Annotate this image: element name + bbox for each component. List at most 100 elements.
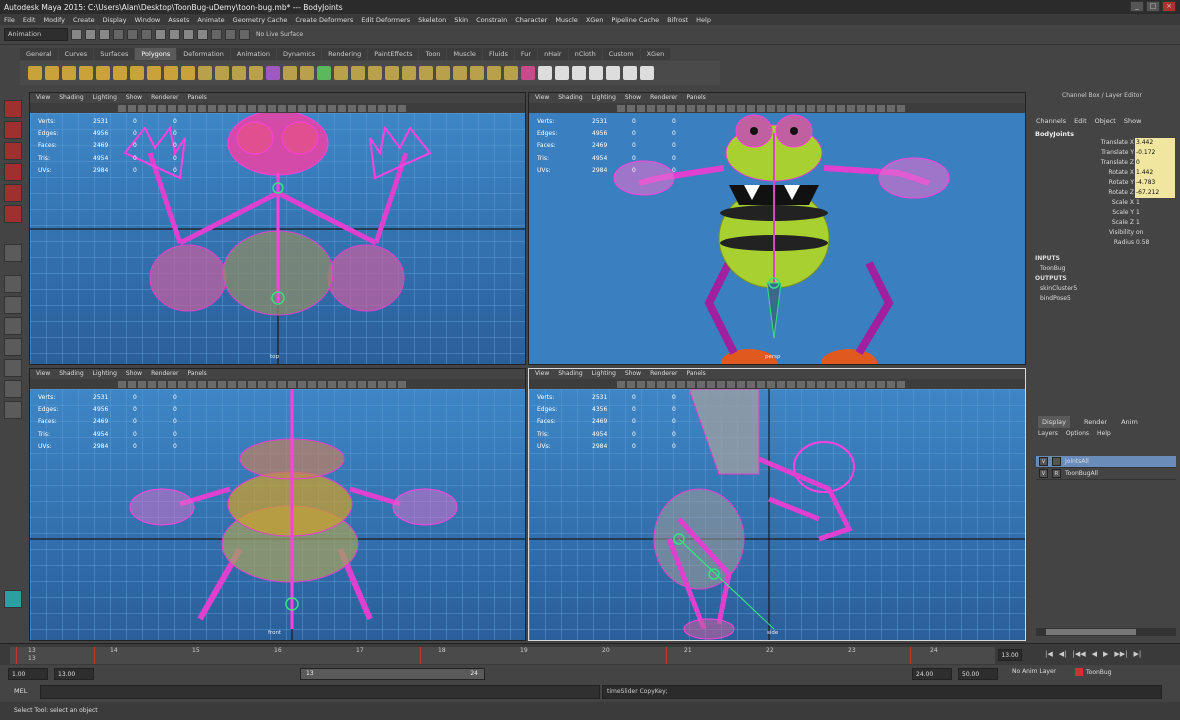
viewport-menu-shading[interactable]: Shading	[558, 369, 582, 379]
hypershade-layout-icon[interactable]	[4, 359, 22, 377]
history-icon[interactable]	[623, 66, 637, 80]
viewport-menu-panels[interactable]: Panels	[686, 93, 705, 103]
menu-display[interactable]: Display	[103, 16, 127, 24]
viewport-front[interactable]: View Shading Lighting Show Renderer Pane…	[29, 368, 526, 641]
attr-row[interactable]: Radius 0.58	[1032, 238, 1180, 248]
layer-tab-anim[interactable]: Anim	[1121, 416, 1138, 428]
output-node[interactable]: bindPose5	[1032, 294, 1180, 304]
uv-editor-icon[interactable]	[606, 66, 620, 80]
viewport-menu-lighting[interactable]: Lighting	[93, 93, 117, 103]
automatic-map-icon[interactable]	[589, 66, 603, 80]
render-frame-icon[interactable]	[225, 29, 236, 40]
command-language-label[interactable]: MEL	[14, 687, 27, 695]
cylindrical-map-icon[interactable]	[555, 66, 569, 80]
viewport-top[interactable]: View Shading Lighting Show Renderer Pane…	[29, 92, 526, 365]
menu-geometry-cache[interactable]: Geometry Cache	[233, 16, 288, 24]
paint-select-tool-icon[interactable]	[4, 142, 22, 160]
attr-row[interactable]: Rotate Z -67.212	[1032, 188, 1180, 198]
poly-prism-icon[interactable]	[130, 66, 144, 80]
shelf-tab-general[interactable]: General	[20, 48, 58, 60]
shelf-tab-dynamics[interactable]: Dynamics	[277, 48, 322, 60]
menu-help[interactable]: Help	[696, 16, 711, 24]
viewport-menu-shading[interactable]: Shading	[59, 369, 83, 379]
quadrangulate-icon[interactable]	[487, 66, 501, 80]
graph-editor-layout-icon[interactable]	[4, 401, 22, 419]
menu-character[interactable]: Character	[515, 16, 547, 24]
menu-animate[interactable]: Animate	[197, 16, 224, 24]
insert-edge-loop-icon[interactable]	[351, 66, 365, 80]
viewport-menu-view[interactable]: View	[36, 369, 50, 379]
layer-tab-display[interactable]: Display	[1038, 416, 1070, 428]
layer-menu-layers[interactable]: Layers	[1038, 428, 1058, 439]
viewport-menu-panels[interactable]: Panels	[187, 93, 206, 103]
viewport-menu-show[interactable]: Show	[126, 93, 142, 103]
triangulate-icon[interactable]	[470, 66, 484, 80]
menu-window[interactable]: Window	[135, 16, 161, 24]
layer-name[interactable]: JointsAll	[1065, 458, 1089, 465]
menu-modify[interactable]: Modify	[43, 16, 65, 24]
menu-skin[interactable]: Skin	[454, 16, 468, 24]
viewport-menu-shading[interactable]: Shading	[59, 93, 83, 103]
shelf-tab-toon[interactable]: Toon	[419, 48, 447, 60]
menu-set-selector[interactable]: Animation	[4, 28, 68, 41]
last-tool-icon[interactable]	[4, 244, 22, 262]
new-scene-icon[interactable]	[71, 29, 82, 40]
animation-start-field[interactable]: 1.00	[8, 668, 48, 680]
menu-create-deformers[interactable]: Create Deformers	[295, 16, 353, 24]
persp-graph-layout-icon[interactable]	[4, 338, 22, 356]
range-slider[interactable]: 13 24	[300, 668, 485, 680]
time-slider-track[interactable]: 13 14 15 16 17 18 19 20 21 22 23 24 13	[10, 647, 995, 664]
menu-file[interactable]: File	[4, 16, 15, 24]
menu-assets[interactable]: Assets	[168, 16, 189, 24]
poly-cylinder-icon[interactable]	[62, 66, 76, 80]
attr-row[interactable]: Scale Z1	[1032, 218, 1180, 228]
poly-pyramid-icon[interactable]	[147, 66, 161, 80]
separate-icon[interactable]	[215, 66, 229, 80]
viewport-side[interactable]: View Shading Lighting Show Renderer Pane…	[528, 368, 1026, 641]
shelf-tab-polygons[interactable]: Polygons	[135, 48, 177, 60]
bridge-icon[interactable]	[300, 66, 314, 80]
extrude-icon[interactable]	[283, 66, 297, 80]
ipr-render-icon[interactable]	[239, 29, 250, 40]
minimize-button[interactable]: _	[1130, 1, 1144, 12]
channel-menu-channels[interactable]: Channels	[1036, 114, 1066, 128]
attr-row[interactable]: Visibility on	[1032, 228, 1180, 238]
channel-menu-show[interactable]: Show	[1124, 114, 1142, 128]
attr-row[interactable]: Scale Y1	[1032, 208, 1180, 218]
shelf-tab-rendering[interactable]: Rendering	[322, 48, 368, 60]
viewport-menu-show[interactable]: Show	[126, 369, 142, 379]
viewport-menu-renderer[interactable]: Renderer	[650, 369, 677, 379]
poly-pipe-icon[interactable]	[164, 66, 178, 80]
layer-tab-render[interactable]: Render	[1084, 416, 1107, 428]
reduce-icon[interactable]	[453, 66, 467, 80]
play-forward-icon[interactable]: ▶	[1103, 650, 1108, 658]
viewport-menu-view[interactable]: View	[36, 93, 50, 103]
persp-editor-layout-icon[interactable]	[4, 380, 22, 398]
viewport-menu-view[interactable]: View	[535, 369, 549, 379]
shelf-tab-xgen[interactable]: XGen	[640, 48, 671, 60]
poly-torus-icon[interactable]	[113, 66, 127, 80]
layer-menu-options[interactable]: Options	[1066, 428, 1089, 439]
menu-xgen[interactable]: XGen	[586, 16, 604, 24]
attr-row[interactable]: Rotate Y -4.783	[1032, 178, 1180, 188]
shelf-tab-deformation[interactable]: Deformation	[177, 48, 230, 60]
rotate-tool-icon[interactable]	[4, 184, 22, 202]
viewport-menu-view[interactable]: View	[535, 93, 549, 103]
poly-cone-icon[interactable]	[79, 66, 93, 80]
layer-menu-help[interactable]: Help	[1097, 428, 1111, 439]
shelf-tab-surfaces[interactable]: Surfaces	[94, 48, 135, 60]
go-to-end-icon[interactable]: ▶|	[1134, 650, 1142, 658]
planar-map-icon[interactable]	[521, 66, 535, 80]
input-node[interactable]: ToonBug	[1032, 264, 1180, 274]
viewport-persp[interactable]: View Shading Lighting Show Renderer Pane…	[528, 92, 1026, 365]
move-tool-icon[interactable]	[4, 163, 22, 181]
viewport-menu-panels[interactable]: Panels	[686, 369, 705, 379]
channel-menu-edit[interactable]: Edit	[1074, 114, 1087, 128]
channel-menu-object[interactable]: Object	[1095, 114, 1116, 128]
collapse-icon[interactable]	[436, 66, 450, 80]
menu-edit-deformers[interactable]: Edit Deformers	[361, 16, 410, 24]
layer-render-toggle[interactable]: R	[1052, 469, 1061, 478]
viewport-menu-renderer[interactable]: Renderer	[650, 93, 677, 103]
center-pivot-icon[interactable]	[640, 66, 654, 80]
mirror-geometry-icon[interactable]	[232, 66, 246, 80]
